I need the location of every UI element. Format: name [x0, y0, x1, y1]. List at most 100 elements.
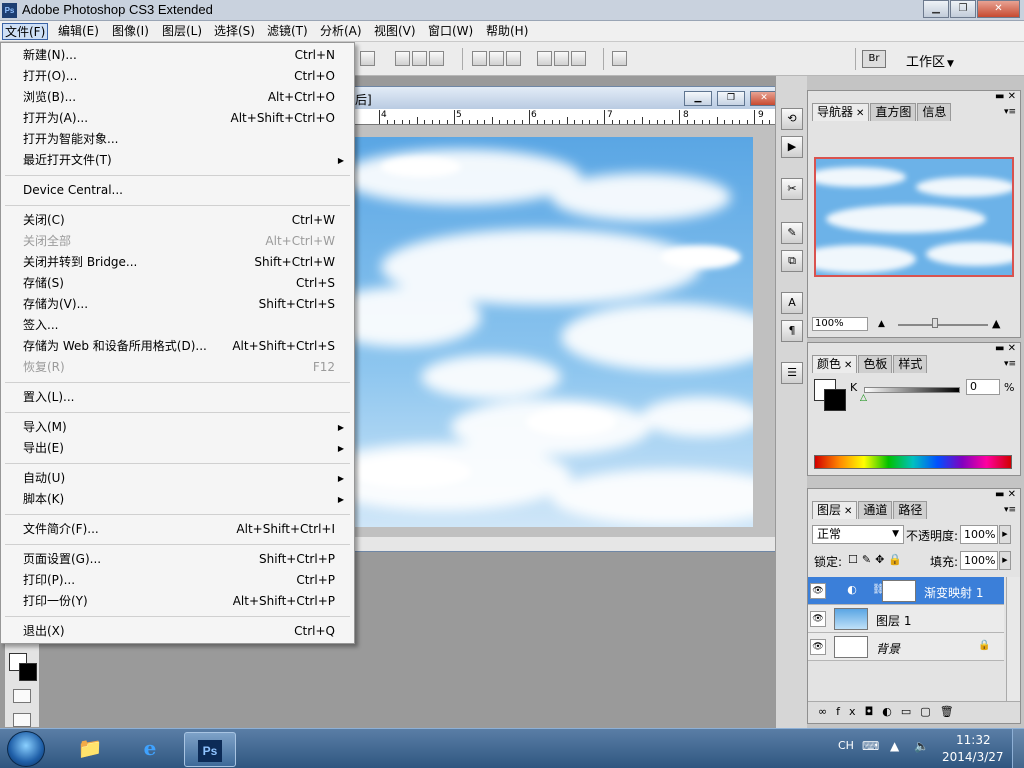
auto-align-icon[interactable] [612, 51, 627, 66]
menu-layer[interactable]: 图层(L) [160, 23, 204, 40]
character-icon[interactable]: A [781, 292, 803, 314]
start-button[interactable] [7, 731, 45, 767]
color-spectrum-bar[interactable] [814, 455, 1012, 469]
clone-source-icon[interactable]: ⧉ [781, 250, 803, 272]
menu-item[interactable]: 导出(E) ▶ [1, 438, 354, 459]
network-icon[interactable]: ▲ [890, 739, 899, 753]
tab-info[interactable]: 信息 [917, 103, 952, 121]
distribute-hcenter-icon[interactable] [554, 51, 569, 66]
tab-navigator[interactable]: 导航器 ✕ [812, 103, 870, 121]
menu-select[interactable]: 选择(S) [212, 23, 257, 40]
link-icon[interactable]: ∞ [818, 705, 836, 718]
zoom-out-icon[interactable]: ▲ [878, 319, 885, 329]
background-color-swatch[interactable] [19, 663, 37, 681]
doc-minimize-button[interactable]: ▁ [684, 91, 712, 106]
paragraph-icon[interactable]: ¶ [781, 320, 803, 342]
zoom-in-icon[interactable]: ▲ [992, 317, 1000, 330]
slider-handle-icon[interactable]: △ [860, 393, 867, 403]
menu-help[interactable]: 帮助(H) [484, 23, 530, 40]
menu-item[interactable]: 打开(O)... Ctrl+O [1, 66, 354, 87]
doc-close-button[interactable]: ✕ [750, 91, 778, 106]
menu-item[interactable]: 存储为(V)... Shift+Ctrl+S [1, 294, 354, 315]
panel-menu-icon[interactable]: ▾≡ [1004, 359, 1016, 369]
distribute-left-icon[interactable] [537, 51, 552, 66]
menu-item[interactable]: Device Central... [1, 180, 354, 201]
document-title-bar[interactable]: 后] ▁ ❐ ✕ [341, 87, 787, 109]
clock-time[interactable]: 11:32 [956, 733, 991, 747]
opacity-stepper[interactable]: ▶ [999, 525, 1011, 544]
layer-row-layer1[interactable]: 👁 图层 1 [808, 605, 1004, 633]
internet-explorer-icon[interactable]: e [124, 732, 176, 767]
layer-row-gradient-map[interactable]: 👁 ◐ ⛓ 渐变映射 1 [808, 577, 1004, 605]
menu-item[interactable]: 签入... [1, 315, 354, 336]
mask-icon[interactable]: ◘ [865, 705, 883, 718]
show-desktop-button[interactable] [1012, 729, 1024, 768]
minimize-button[interactable]: ▁ [923, 0, 949, 18]
menu-item[interactable]: 打印一份(Y) Alt+Shift+Ctrl+P [1, 591, 354, 612]
opacity-input[interactable]: 100% [960, 525, 998, 544]
menu-item[interactable]: 退出(X) Ctrl+Q [1, 621, 354, 642]
eye-icon[interactable]: 👁 [810, 639, 826, 655]
distribute-middle-icon[interactable] [489, 51, 504, 66]
layer-thumbnail[interactable] [834, 608, 868, 630]
layer-comps-icon[interactable]: ☰ [781, 362, 803, 384]
trash-icon[interactable]: 🗑 [940, 705, 963, 718]
tab-histogram[interactable]: 直方图 [870, 103, 917, 121]
keyboard-icon[interactable]: ⌨ [862, 739, 879, 753]
menu-item[interactable]: 存储为 Web 和设备所用格式(D)... Alt+Shift+Ctrl+S [1, 336, 354, 357]
photoshop-taskbar-button[interactable]: Ps [184, 732, 236, 767]
close-icon[interactable]: ✕ [856, 108, 864, 119]
menu-item[interactable]: 新建(N)... Ctrl+N [1, 45, 354, 66]
menu-view[interactable]: 视图(V) [372, 23, 418, 40]
tool-presets-icon[interactable]: ✂ [781, 178, 803, 200]
fx-icon[interactable]: fx [836, 705, 864, 718]
maximize-button[interactable]: ❐ [950, 0, 976, 18]
align-right-icon[interactable] [429, 51, 444, 66]
zoom-slider-thumb[interactable] [932, 318, 938, 328]
menu-analysis[interactable]: 分析(A) [318, 23, 364, 40]
tab-paths[interactable]: 路径 [893, 501, 928, 519]
menu-item[interactable]: 打印(P)... Ctrl+P [1, 570, 354, 591]
eye-icon[interactable]: 👁 [810, 611, 826, 627]
document-window[interactable]: 后] ▁ ❐ ✕ 4 5 6 7 8 9 [340, 86, 808, 552]
panel-controls-icon[interactable]: ▬ ✕ [995, 343, 1016, 354]
menu-image[interactable]: 图像(I) [110, 23, 151, 40]
tab-swatches[interactable]: 色板 [858, 355, 893, 373]
layer-mask-thumbnail[interactable] [882, 580, 916, 602]
menu-item[interactable]: 页面设置(G)... Shift+Ctrl+P [1, 549, 354, 570]
fill-input[interactable]: 100% [960, 551, 998, 570]
align-icon[interactable] [360, 51, 375, 66]
layer-row-background[interactable]: 👁 背景 🔒 [808, 633, 1004, 661]
menu-item[interactable]: 打开为智能对象... [1, 129, 354, 150]
panel-menu-icon[interactable]: ▾≡ [1004, 505, 1016, 515]
quick-mask-icon[interactable] [13, 689, 31, 703]
distribute-top-icon[interactable] [472, 51, 487, 66]
tab-styles[interactable]: 样式 [893, 355, 928, 373]
panel-controls-icon[interactable]: ▬ ✕ [995, 91, 1016, 102]
navigator-zoom-field[interactable]: 100% [812, 317, 868, 331]
align-left-icon[interactable] [395, 51, 410, 66]
background-color-swatch[interactable] [824, 389, 846, 411]
align-center-icon[interactable] [412, 51, 427, 66]
menu-item[interactable]: 存储(S) Ctrl+S [1, 273, 354, 294]
distribute-bottom-icon[interactable] [506, 51, 521, 66]
k-slider[interactable] [864, 387, 960, 393]
bridge-icon[interactable]: Br [862, 50, 886, 68]
menu-item[interactable]: 打开为(A)... Alt+Shift+Ctrl+O [1, 108, 354, 129]
tab-layers[interactable]: 图层 ✕ [812, 501, 858, 519]
fill-stepper[interactable]: ▶ [999, 551, 1011, 570]
menu-edit[interactable]: 编辑(E) [56, 23, 101, 40]
distribute-right-icon[interactable] [571, 51, 586, 66]
menu-filter[interactable]: 滤镜(T) [265, 23, 310, 40]
menu-item[interactable]: 文件简介(F)... Alt+Shift+Ctrl+I [1, 519, 354, 540]
menu-item[interactable]: 关闭(C) Ctrl+W [1, 210, 354, 231]
menu-item[interactable]: 最近打开文件(T) ▶ [1, 150, 354, 171]
eye-icon[interactable]: 👁 [810, 583, 826, 599]
doc-maximize-button[interactable]: ❐ [717, 91, 745, 106]
close-button[interactable]: ✕ [977, 0, 1020, 18]
tab-color[interactable]: 颜色 ✕ [812, 355, 858, 373]
menu-item[interactable]: 导入(M) ▶ [1, 417, 354, 438]
horizontal-scrollbar[interactable] [341, 537, 777, 551]
layer-thumbnail[interactable] [834, 636, 868, 658]
screen-mode-icon[interactable] [13, 713, 31, 727]
